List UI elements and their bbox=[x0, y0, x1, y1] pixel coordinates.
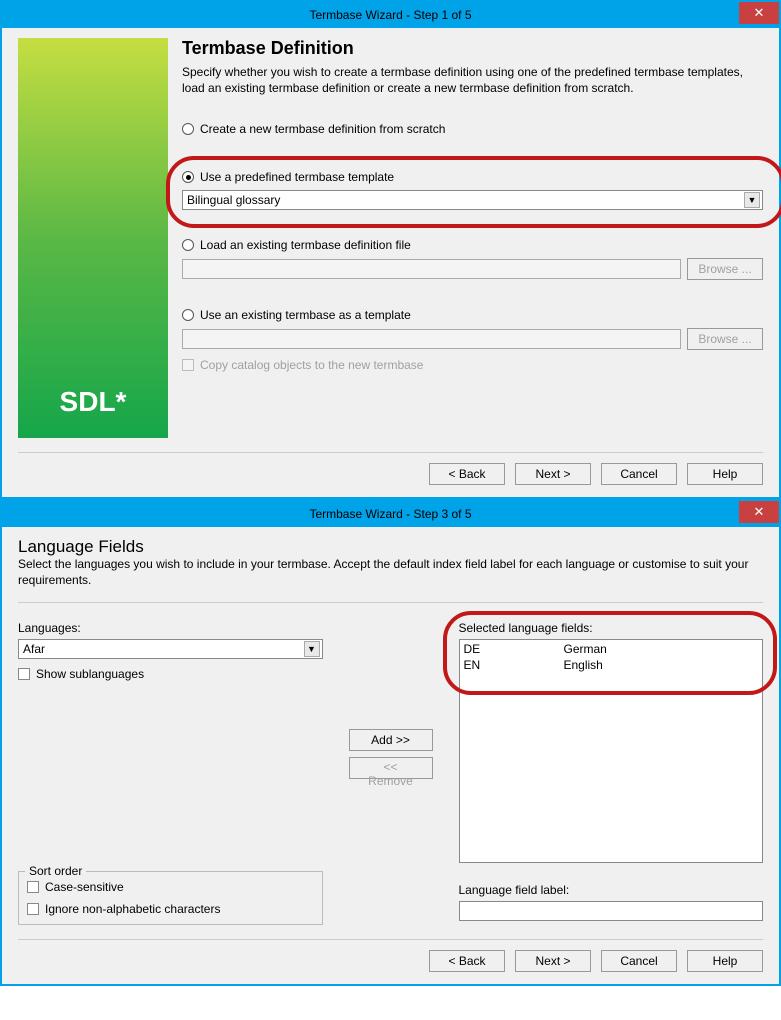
wizard-button-bar: < Back Next > Cancel Help bbox=[18, 452, 763, 485]
wizard-step3-window: Termbase Wizard - Step 3 of 5 ✕ Language… bbox=[0, 499, 781, 986]
lang-name: German bbox=[564, 642, 607, 658]
language-field-label-caption: Language field label: bbox=[459, 883, 764, 897]
browse-existing-button[interactable]: Browse ... bbox=[687, 328, 763, 350]
back-button[interactable]: < Back bbox=[429, 950, 505, 972]
page-heading: Termbase Definition bbox=[182, 38, 763, 59]
cancel-button[interactable]: Cancel bbox=[601, 950, 677, 972]
next-button[interactable]: Next > bbox=[515, 950, 591, 972]
sort-order-legend: Sort order bbox=[25, 864, 86, 878]
window-title: Termbase Wizard - Step 3 of 5 bbox=[309, 507, 471, 521]
wizard-step1-window: Termbase Wizard - Step 1 of 5 ✕ SDL* Ter… bbox=[0, 0, 781, 499]
sdl-logo: SDL* bbox=[18, 386, 168, 418]
radio-scratch-label: Create a new termbase definition from sc… bbox=[200, 122, 445, 136]
chevron-down-icon: ▼ bbox=[304, 641, 320, 657]
browse-file-button[interactable]: Browse ... bbox=[687, 258, 763, 280]
ignore-nonalpha-label: Ignore non-alphabetic characters bbox=[45, 902, 220, 916]
cancel-button[interactable]: Cancel bbox=[601, 463, 677, 485]
page-description: Select the languages you wish to include… bbox=[18, 557, 763, 588]
existing-termbase-path bbox=[182, 329, 681, 349]
lang-code: DE bbox=[464, 642, 564, 658]
language-field-label-input[interactable] bbox=[459, 901, 764, 921]
page-heading: Language Fields bbox=[18, 537, 763, 557]
ignore-nonalpha-checkbox[interactable] bbox=[27, 903, 39, 915]
back-button[interactable]: < Back bbox=[429, 463, 505, 485]
close-icon: ✕ bbox=[754, 5, 765, 21]
titlebar[interactable]: Termbase Wizard - Step 1 of 5 ✕ bbox=[2, 2, 779, 28]
window-title: Termbase Wizard - Step 1 of 5 bbox=[309, 8, 471, 22]
load-file-path bbox=[182, 259, 681, 279]
radio-use-existing[interactable] bbox=[182, 309, 194, 321]
list-item[interactable]: DE German bbox=[464, 642, 759, 658]
list-item[interactable]: EN English bbox=[464, 658, 759, 674]
wizard-sidebar-banner: SDL* bbox=[18, 38, 168, 438]
help-button[interactable]: Help bbox=[687, 463, 763, 485]
template-select-value: Bilingual glossary bbox=[187, 193, 280, 207]
radio-load-file[interactable] bbox=[182, 239, 194, 251]
template-select[interactable]: Bilingual glossary ▼ bbox=[182, 190, 763, 210]
close-icon: ✕ bbox=[754, 504, 765, 520]
selected-fields-label: Selected language fields: bbox=[459, 621, 764, 635]
close-button[interactable]: ✕ bbox=[739, 501, 779, 523]
radio-load-file-label: Load an existing termbase definition fil… bbox=[200, 238, 411, 252]
close-button[interactable]: ✕ bbox=[739, 2, 779, 24]
wizard-button-bar: < Back Next > Cancel Help bbox=[18, 939, 763, 972]
help-button[interactable]: Help bbox=[687, 950, 763, 972]
languages-label: Languages: bbox=[18, 621, 323, 635]
radio-predefined-label: Use a predefined termbase template bbox=[200, 170, 394, 184]
radio-use-existing-label: Use an existing termbase as a template bbox=[200, 308, 411, 322]
add-button[interactable]: Add >> bbox=[349, 729, 433, 751]
radio-predefined[interactable] bbox=[182, 171, 194, 183]
case-sensitive-label: Case-sensitive bbox=[45, 880, 124, 894]
copy-catalog-checkbox bbox=[182, 359, 194, 371]
copy-catalog-label: Copy catalog objects to the new termbase bbox=[200, 358, 423, 372]
lang-code: EN bbox=[464, 658, 564, 674]
radio-scratch[interactable] bbox=[182, 123, 194, 135]
chevron-down-icon: ▼ bbox=[744, 192, 760, 208]
languages-select[interactable]: Afar ▼ bbox=[18, 639, 323, 659]
page-description: Specify whether you wish to create a ter… bbox=[182, 65, 763, 96]
selected-fields-list[interactable]: DE German EN English bbox=[459, 639, 764, 863]
lang-name: English bbox=[564, 658, 603, 674]
show-sublanguages-checkbox[interactable] bbox=[18, 668, 30, 680]
case-sensitive-checkbox[interactable] bbox=[27, 881, 39, 893]
show-sublanguages-label: Show sublanguages bbox=[36, 667, 144, 681]
languages-select-value: Afar bbox=[23, 642, 45, 656]
titlebar[interactable]: Termbase Wizard - Step 3 of 5 ✕ bbox=[2, 501, 779, 527]
remove-button[interactable]: << Remove bbox=[349, 757, 433, 779]
next-button[interactable]: Next > bbox=[515, 463, 591, 485]
